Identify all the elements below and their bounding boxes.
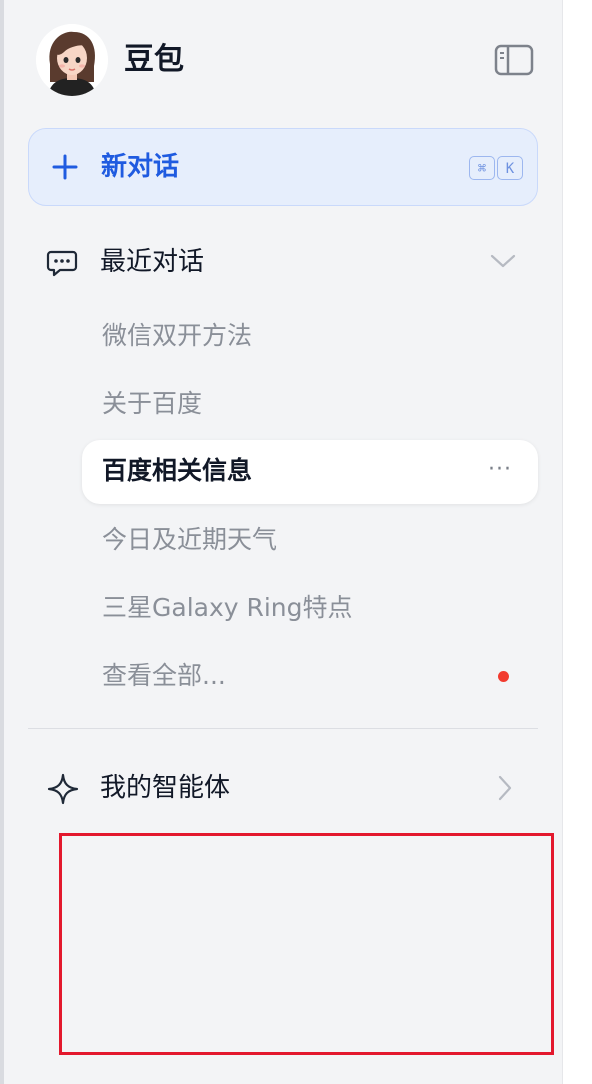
conversation-title: 百度相关信息 xyxy=(102,456,253,485)
conversation-item[interactable]: 三星Galaxy Ring特点 xyxy=(82,577,538,641)
view-all-conversations-link[interactable]: 查看全部... xyxy=(82,645,538,709)
sparkle-icon xyxy=(47,773,79,805)
conversation-item[interactable]: 关于百度 xyxy=(82,373,538,437)
shortcut-cmd-key: ⌘ xyxy=(469,156,495,180)
sidebar-toggle-icon xyxy=(494,44,534,76)
conversation-title: 三星Galaxy Ring特点 xyxy=(102,593,353,622)
recent-conversations-toggle[interactable]: 最近对话 xyxy=(28,238,538,288)
conversation-title: 今日及近期天气 xyxy=(102,525,278,554)
conversation-item[interactable]: 微信双开方法 xyxy=(82,305,538,369)
view-all-label: 查看全部... xyxy=(102,661,226,690)
chevron-down-icon xyxy=(490,254,516,268)
more-options-icon[interactable]: ··· xyxy=(488,459,512,481)
new-chat-button[interactable]: 新对话 ⌘ K xyxy=(28,128,538,206)
conversation-item-active[interactable]: 百度相关信息 ··· xyxy=(82,440,538,504)
conversation-title: 关于百度 xyxy=(102,389,203,418)
unread-indicator-dot xyxy=(498,671,509,682)
shortcut-k-key: K xyxy=(497,156,523,180)
divider xyxy=(28,728,538,729)
my-agents-label: 我的智能体 xyxy=(100,773,231,803)
chat-bubble-icon xyxy=(46,250,78,277)
main-content-edge xyxy=(563,0,592,1084)
plus-icon xyxy=(52,154,78,180)
avatar-image xyxy=(36,24,108,96)
recent-conversations-label: 最近对话 xyxy=(100,247,205,277)
app-title: 豆包 xyxy=(124,42,184,77)
conversation-title: 微信双开方法 xyxy=(102,321,253,350)
avatar[interactable] xyxy=(36,24,108,96)
highlight-box xyxy=(59,833,554,1055)
sidebar-toggle-button[interactable] xyxy=(492,42,536,78)
conversation-item[interactable]: 今日及近期天气 xyxy=(82,509,538,573)
chevron-right-icon xyxy=(498,775,512,801)
my-agents-item[interactable]: 我的智能体 xyxy=(28,762,538,814)
new-chat-label: 新对话 xyxy=(101,152,180,182)
